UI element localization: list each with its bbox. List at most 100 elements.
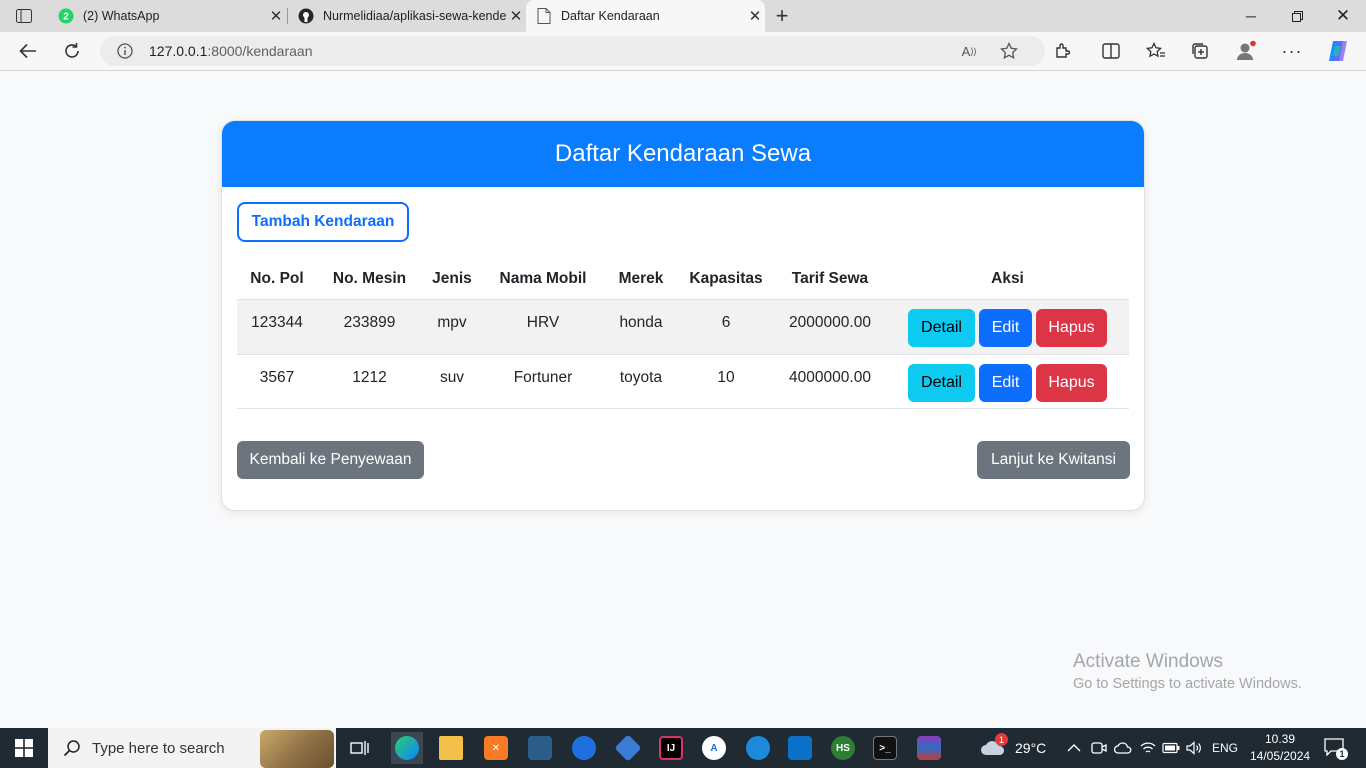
url-path: :8000/kendaraan — [207, 43, 313, 59]
tab-title: Daftar Kendaraan — [561, 9, 660, 23]
info-icon[interactable] — [116, 42, 134, 60]
tab-actions-icon[interactable] — [10, 6, 38, 26]
address-bar[interactable]: 127.0.0.1:8000/kendaraan A)) — [100, 36, 1045, 66]
taskbar-clock[interactable]: 10.39 14/05/2024 — [1250, 731, 1310, 765]
more-menu-icon[interactable]: ··· — [1278, 37, 1306, 65]
extensions-icon[interactable] — [1049, 37, 1077, 65]
battery-icon[interactable] — [1162, 728, 1180, 768]
collections-icon[interactable] — [1186, 37, 1214, 65]
terminal-icon[interactable]: >_ — [869, 732, 901, 764]
show-hidden-icons-chevron-icon[interactable] — [1067, 728, 1081, 768]
edge-taskbar-icon[interactable] — [391, 732, 423, 764]
close-window-button[interactable]: ✕ — [1320, 0, 1366, 32]
app-store-icon[interactable]: A — [698, 732, 730, 764]
virtualbox-icon[interactable] — [612, 732, 644, 764]
url-text: 127.0.0.1:8000/kendaraan — [149, 43, 312, 59]
split-screen-icon[interactable] — [1097, 37, 1125, 65]
column-header: Tarif Sewa — [791, 270, 869, 287]
url-host: 127.0.0.1 — [149, 43, 208, 59]
cell-nama-mobil: HRV — [526, 314, 560, 331]
cell-tarif-sewa: 2000000.00 — [789, 314, 871, 331]
page-title: Daftar Kendaraan Sewa — [554, 140, 812, 167]
back-arrow-icon[interactable] — [14, 37, 42, 65]
profile-avatar-icon[interactable] — [1232, 37, 1260, 65]
github-icon — [298, 8, 314, 24]
table-header: No. Pol No. Mesin Jenis Nama Mobil Merek… — [237, 259, 1129, 299]
restore-button[interactable] — [1274, 0, 1320, 32]
close-icon[interactable]: ✕ — [266, 6, 286, 26]
taskbar-search-box[interactable]: Type here to search — [48, 728, 336, 768]
edge-beta-icon[interactable] — [742, 732, 774, 764]
whatsapp-icon: 2 — [58, 8, 74, 24]
watermark-subtitle: Go to Settings to activate Windows. — [1073, 676, 1302, 692]
browser-tab-strip: 2 (2) WhatsApp ✕ Nurmelidiaa/aplikasi-se… — [0, 0, 1366, 32]
clock-time: 10.39 — [1264, 732, 1296, 746]
continue-to-receipt-button[interactable]: Lanjut ke Kwitansi — [977, 441, 1130, 479]
file-explorer-icon[interactable] — [435, 732, 467, 764]
heidisql-icon[interactable]: HS — [827, 732, 859, 764]
windows-logo-icon — [15, 739, 33, 757]
winrar-icon[interactable] — [913, 732, 945, 764]
minimize-button[interactable]: ─ — [1228, 0, 1274, 32]
browser-app-icon[interactable] — [568, 732, 600, 764]
cloud-weather-icon: 1 — [980, 733, 1008, 759]
back-to-rental-button[interactable]: Kembali ke Penyewaan — [237, 441, 424, 479]
cell-no-pol: 123344 — [251, 314, 303, 331]
meet-now-icon[interactable] — [1091, 728, 1107, 768]
edit-button[interactable]: Edit — [979, 364, 1032, 402]
wifi-icon[interactable] — [1140, 728, 1156, 768]
page-icon — [536, 8, 552, 24]
vscode-icon[interactable] — [784, 732, 816, 764]
cell-nama-mobil: Fortuner — [513, 369, 573, 386]
browser-toolbar: 127.0.0.1:8000/kendaraan A)) ··· — [0, 32, 1366, 71]
cell-no-mesin: 1212 — [352, 369, 387, 386]
task-view-icon[interactable] — [344, 732, 376, 764]
copilot-icon[interactable] — [1324, 37, 1352, 65]
close-icon[interactable]: ✕ — [506, 6, 526, 26]
cell-kapasitas: 6 — [721, 314, 731, 331]
cell-tarif-sewa: 4000000.00 — [789, 369, 871, 386]
xampp-icon[interactable]: ✕ — [480, 732, 512, 764]
search-icon — [62, 738, 82, 758]
weather-temp: 29°C — [1015, 740, 1047, 756]
detail-button[interactable]: Detail — [908, 364, 975, 402]
column-header: No. Pol — [250, 270, 304, 287]
vehicle-list-card: Daftar Kendaraan Sewa Tambah Kendaraan N… — [221, 120, 1145, 511]
close-icon[interactable]: ✕ — [745, 6, 765, 26]
tab-whatsapp[interactable]: 2 (2) WhatsApp ✕ — [48, 0, 286, 32]
cell-merek: honda — [619, 314, 663, 331]
column-header: Aksi — [991, 270, 1024, 287]
new-tab-button[interactable]: + — [770, 3, 794, 28]
favorite-star-icon[interactable] — [998, 40, 1020, 62]
card-header: Daftar Kendaraan Sewa — [222, 121, 1144, 187]
tab-daftar-kendaraan[interactable]: Daftar Kendaraan ✕ — [526, 0, 765, 32]
refresh-icon[interactable] — [58, 37, 86, 65]
edit-button[interactable]: Edit — [979, 309, 1032, 347]
read-aloud-icon[interactable]: A)) — [958, 40, 980, 62]
column-header: Jenis — [432, 270, 472, 287]
search-highlight-image[interactable] — [260, 730, 334, 768]
detail-button[interactable]: Detail — [908, 309, 975, 347]
column-header: Nama Mobil — [499, 270, 587, 287]
volume-icon[interactable] — [1186, 728, 1202, 768]
mysql-workbench-icon[interactable] — [524, 732, 556, 764]
start-button[interactable] — [0, 728, 48, 768]
intellij-icon[interactable]: IJ — [655, 732, 687, 764]
delete-button[interactable]: Hapus — [1036, 309, 1107, 347]
cell-no-mesin: 233899 — [343, 314, 396, 331]
delete-button[interactable]: Hapus — [1036, 364, 1107, 402]
table-row: 123344 233899 mpv HRV honda 6 2000000.00… — [237, 299, 1129, 354]
watermark-title: Activate Windows — [1073, 651, 1223, 672]
input-language[interactable]: ENG — [1212, 728, 1238, 768]
weather-alert-badge: 1 — [995, 733, 1008, 746]
tab-github[interactable]: Nurmelidiaa/aplikasi-sewa-kende ✕ — [288, 0, 526, 32]
weather-widget[interactable]: 1 29°C — [980, 728, 1046, 768]
cell-merek: toyota — [619, 369, 663, 386]
activate-windows-watermark: Activate Windows Go to Settings to activ… — [1073, 651, 1302, 692]
column-header: No. Mesin — [332, 270, 407, 287]
favorites-icon[interactable] — [1142, 37, 1170, 65]
tab-title: (2) WhatsApp — [83, 9, 160, 23]
cloud-sync-icon[interactable] — [1114, 728, 1132, 768]
notification-center-icon[interactable]: 1 — [1324, 728, 1348, 768]
add-vehicle-button[interactable]: Tambah Kendaraan — [237, 202, 409, 242]
